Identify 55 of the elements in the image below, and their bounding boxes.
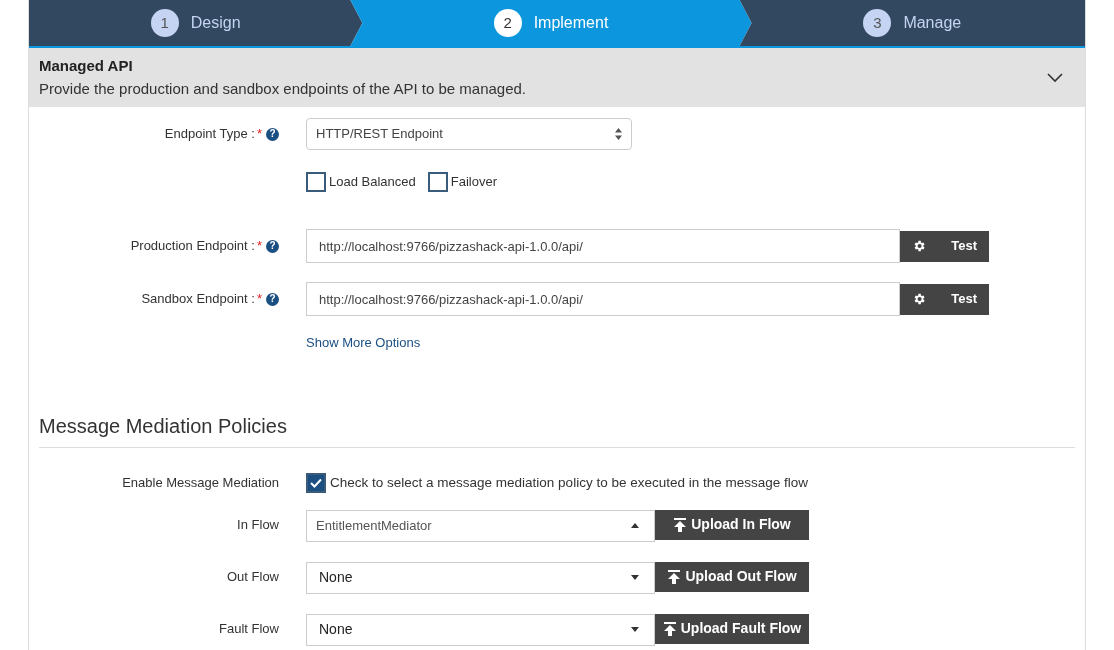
field-label: Endpoint Type : xyxy=(164,125,255,144)
panel-title: Managed API xyxy=(39,56,134,76)
help-icon[interactable]: ? xyxy=(266,292,279,306)
field-label: Enable Message Mediation xyxy=(122,473,279,492)
field-label: Fault Flow xyxy=(219,619,279,638)
field-label: Out Flow xyxy=(227,567,279,586)
caret-icon xyxy=(631,523,639,529)
field-label: Production Endpoint : xyxy=(130,237,255,256)
flow-select[interactable]: EntitlementMediator xyxy=(306,509,655,542)
help-icon[interactable]: ? xyxy=(266,239,279,253)
upload-button[interactable]: Upload Fault Flow xyxy=(655,613,809,644)
required-mark: * xyxy=(256,125,262,144)
step-number: 1 xyxy=(150,9,179,37)
wizard-step[interactable]: 2 Implement xyxy=(350,0,752,46)
checkbox-label: Check to select a message mediation policy to be executed in the message flow xyxy=(330,473,808,492)
test-button[interactable]: Test xyxy=(900,283,989,315)
required-mark: * xyxy=(256,290,262,309)
chevron-icon xyxy=(1047,72,1063,83)
panel-description: Provide the production and sandbox endpoints of the API to be managed. xyxy=(39,78,527,99)
help-icon[interactable]: ? xyxy=(266,127,279,141)
test-button[interactable]: Test xyxy=(900,230,989,262)
upload-button[interactable]: Upload Out Flow xyxy=(655,561,809,592)
caret-icon xyxy=(631,627,639,633)
upload-icon xyxy=(667,569,682,584)
endpoint-input[interactable]: http://localhost:9766/pizzashack-api-1.0.0/api/ xyxy=(306,282,900,316)
wizard-step[interactable]: 3 Manage xyxy=(739,0,1085,46)
checkmark-icon xyxy=(310,477,322,488)
show-more-options-link[interactable]: Show More Options xyxy=(306,333,421,353)
step-label: Manage xyxy=(903,13,962,33)
wizard-step[interactable]: 1 Design xyxy=(29,0,363,46)
flow-select[interactable]: None xyxy=(306,613,655,646)
field-label: In Flow xyxy=(237,515,279,534)
upload-icon xyxy=(662,621,677,636)
endpoint-input[interactable]: http://localhost:9766/pizzashack-api-1.0.0/api/ xyxy=(306,229,900,263)
step-label: Implement xyxy=(533,13,609,33)
step-number: 3 xyxy=(863,9,892,37)
panel-header[interactable]: Managed API Provide the production and sandbox endpoints of the API to be managed. xyxy=(29,46,1085,107)
checkbox-label: Failover xyxy=(450,173,497,192)
gear-icon xyxy=(912,292,926,306)
caret-icon xyxy=(631,575,639,581)
upload-icon xyxy=(673,517,688,532)
step-label: Design xyxy=(190,13,241,33)
checkbox[interactable] xyxy=(306,472,326,493)
section-heading: Message Mediation Policies xyxy=(39,410,1075,448)
required-mark: * xyxy=(256,237,262,256)
upload-button[interactable]: Upload In Flow xyxy=(655,509,809,540)
field-label: Sandbox Endpoint : xyxy=(141,290,255,309)
checkbox[interactable] xyxy=(427,172,448,192)
endpoint-type-select[interactable]: HTTP/REST Endpoint xyxy=(306,118,632,150)
checkbox-label: Load Balanced xyxy=(329,173,416,192)
gear-icon xyxy=(912,239,926,253)
flow-select[interactable]: None xyxy=(306,561,655,594)
step-number: 2 xyxy=(493,9,522,37)
sort-arrows-icon xyxy=(615,128,622,140)
checkbox[interactable] xyxy=(306,172,326,192)
